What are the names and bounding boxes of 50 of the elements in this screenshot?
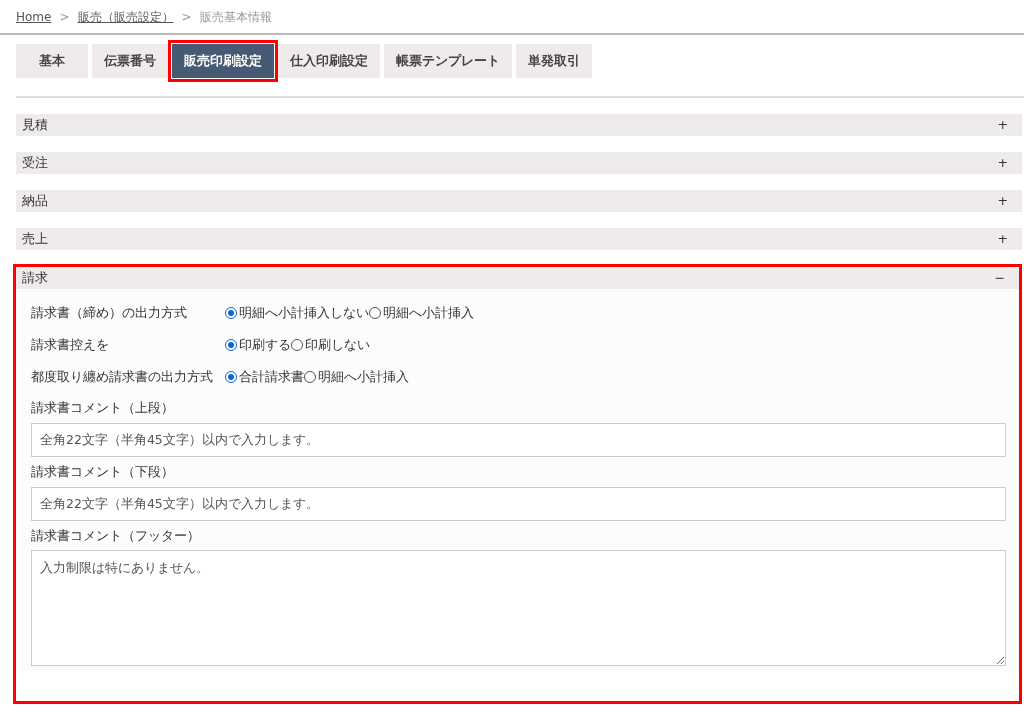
breadcrumb-separator: >	[181, 10, 192, 24]
section-title: 受注	[22, 153, 48, 172]
radio-button[interactable]	[369, 307, 381, 319]
field-label: 都度取り纏め請求書の出力方式	[31, 367, 214, 386]
toggle-icon: +	[997, 115, 1008, 135]
breadcrumb-current: 販売基本情報	[199, 10, 272, 24]
section-header[interactable]: 見積 +	[16, 114, 1022, 136]
radio-label: 明細へ小計挿入	[383, 303, 474, 322]
section-title: 請求	[22, 268, 48, 287]
section-title: 納品	[22, 191, 48, 210]
tab[interactable]: 基本	[16, 44, 88, 78]
tab[interactable]: 帳票テンプレート	[384, 44, 512, 78]
radio-button[interactable]	[304, 371, 316, 383]
radio-button[interactable]	[225, 307, 237, 319]
section-header[interactable]: 売上 +	[16, 228, 1022, 250]
tab[interactable]: 伝票番号	[92, 44, 168, 78]
radio-button[interactable]	[225, 371, 237, 383]
field-label: 請求書コメント（フッター）	[31, 526, 201, 545]
radio-option[interactable]: 合計請求書	[225, 367, 304, 387]
radio-option[interactable]: 明細へ小計挿入	[304, 367, 409, 387]
tab[interactable]: 単発取引	[516, 44, 592, 78]
radio-label: 印刷しない	[305, 335, 370, 354]
breadcrumb-link[interactable]: 販売（販売設定）	[77, 10, 174, 24]
textarea-field[interactable]: 入力制限は特にありません。	[31, 550, 1006, 667]
radio-option[interactable]: 明細へ小計挿入	[369, 303, 474, 323]
radio-label: 合計請求書	[239, 367, 304, 386]
section-header[interactable]: 納品 +	[16, 190, 1022, 212]
field-label: 請求書コメント（上段）	[31, 399, 175, 417]
section-header[interactable]: 請求 −	[16, 267, 1019, 289]
radio-option[interactable]: 印刷しない	[291, 335, 370, 355]
input-field[interactable]: 全角22文字（半角45文字）以内で入力します。	[31, 486, 1006, 521]
tab[interactable]: 仕入印刷設定	[278, 44, 380, 78]
field-label: 請求書控えを	[31, 335, 110, 354]
toggle-icon: −	[994, 268, 1005, 288]
section-title: 売上	[22, 229, 48, 248]
field-label: 請求書（締め）の出力方式	[31, 303, 188, 322]
section-title: 見積	[22, 115, 48, 134]
radio-button[interactable]	[225, 339, 237, 351]
radio-button[interactable]	[291, 339, 303, 351]
section-header[interactable]: 受注 +	[16, 152, 1022, 174]
breadcrumb-link[interactable]: Home	[16, 10, 52, 24]
field-label: 請求書コメント（下段）	[31, 462, 175, 481]
radio-label: 印刷する	[239, 335, 291, 354]
input-field[interactable]: 全角22文字（半角45文字）以内で入力します。	[31, 422, 1006, 457]
radio-option[interactable]: 印刷する	[225, 335, 291, 355]
toggle-icon: +	[997, 229, 1008, 249]
toggle-icon: +	[997, 153, 1008, 173]
toggle-icon: +	[997, 191, 1008, 211]
radio-label: 明細へ小計挿入	[318, 367, 409, 386]
breadcrumb-separator: >	[59, 10, 70, 24]
